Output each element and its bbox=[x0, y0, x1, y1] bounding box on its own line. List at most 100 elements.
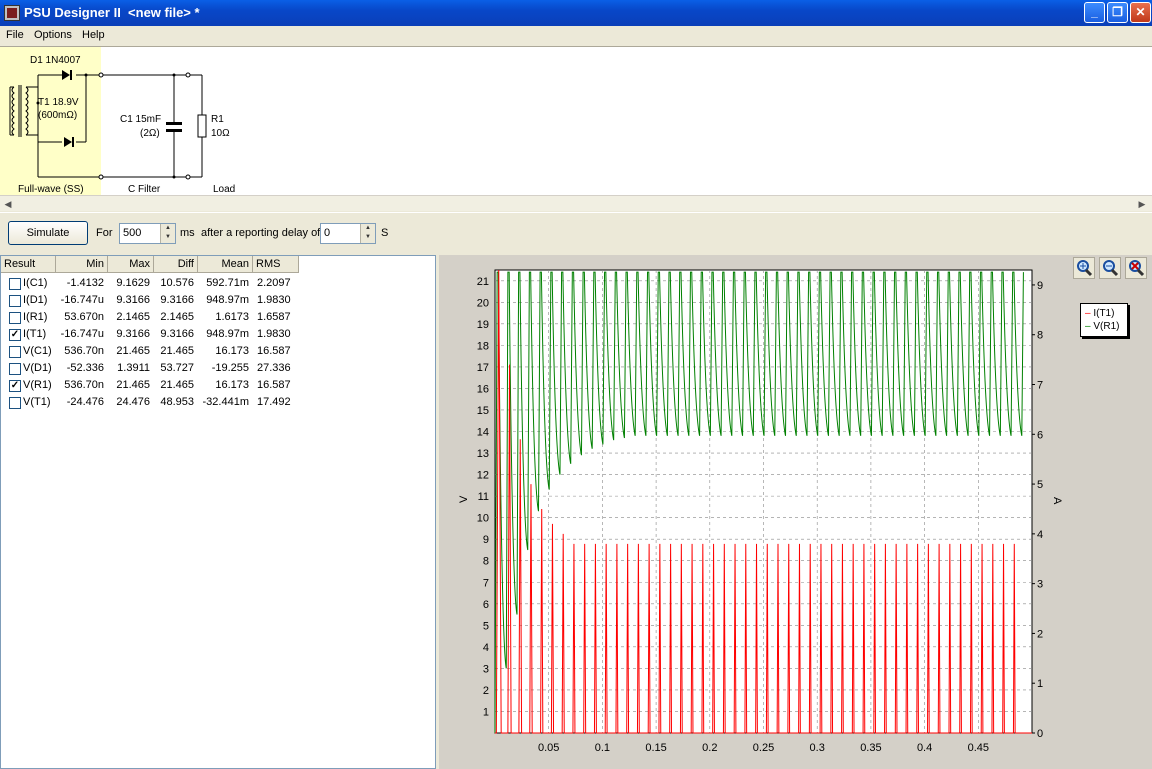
row-checkbox[interactable]: ✓ bbox=[9, 380, 21, 392]
y-tick-label: 17 bbox=[477, 362, 489, 374]
left-axis-ticks: 123456789101112131415161718192021 bbox=[477, 276, 489, 719]
cell-max: 9.3166 bbox=[116, 294, 150, 306]
cell-min: -52.336 bbox=[66, 362, 104, 374]
cell-diff: 9.3166 bbox=[160, 328, 194, 340]
table-row[interactable]: ✓ I(T1) -16.747u 9.3166 9.3166 948.97m 1.9830 bbox=[1, 326, 301, 343]
row-checkbox[interactable] bbox=[9, 295, 21, 307]
column-header-result[interactable]: Result bbox=[1, 256, 56, 273]
cell-diff: 21.465 bbox=[160, 379, 194, 391]
delay-input[interactable]: 0 ▲ ▼ bbox=[320, 223, 376, 244]
cell-max: 2.1465 bbox=[116, 311, 150, 323]
stage-label-load[interactable]: Load bbox=[213, 184, 235, 195]
menu-file[interactable]: File bbox=[6, 29, 24, 41]
title-bar: PSU Designer II <new file> * _ ❐ ✕ bbox=[0, 0, 1152, 26]
zoom-reset-icon[interactable] bbox=[1125, 257, 1147, 279]
cell-max: 9.3166 bbox=[116, 328, 150, 340]
minimize-button[interactable]: _ bbox=[1084, 2, 1105, 23]
duration-stepper[interactable]: ▲ ▼ bbox=[160, 224, 175, 243]
schematic-panel: D1 1N4007 T1 18.9V (600mΩ) C1 15mF (2Ω) … bbox=[0, 46, 1152, 197]
y-tick-label: 18 bbox=[477, 340, 489, 352]
cell-max: 21.465 bbox=[116, 345, 150, 357]
chevron-up-icon[interactable]: ▲ bbox=[361, 224, 375, 233]
cell-mean: 16.173 bbox=[215, 345, 249, 357]
cell-name: V(R1) bbox=[23, 379, 52, 391]
cell-min: 53.670n bbox=[64, 311, 104, 323]
stage-label-filter[interactable]: C Filter bbox=[128, 184, 160, 195]
schematic-scrollbar[interactable]: ◀ ▶ bbox=[0, 195, 1152, 211]
x-tick-label: 0.45 bbox=[968, 742, 989, 754]
scroll-left-icon[interactable]: ◀ bbox=[0, 196, 16, 212]
y2-tick-label: 1 bbox=[1037, 678, 1043, 690]
cell-min: 536.70n bbox=[64, 379, 104, 391]
x-tick-label: 0.35 bbox=[860, 742, 881, 754]
duration-input[interactable]: 500 ▲ ▼ bbox=[119, 223, 176, 244]
x-tick-label: 0.05 bbox=[538, 742, 559, 754]
cell-name: V(D1) bbox=[23, 362, 52, 374]
duration-unit: ms bbox=[180, 227, 195, 239]
table-row[interactable]: V(D1) -52.336 1.3911 53.727 -19.255 27.336 bbox=[1, 360, 301, 377]
y-tick-label: 11 bbox=[478, 491, 489, 503]
row-checkbox[interactable] bbox=[9, 346, 21, 358]
simulate-button[interactable]: Simulate bbox=[8, 221, 88, 245]
cell-name: V(T1) bbox=[23, 396, 51, 408]
chevron-down-icon[interactable]: ▼ bbox=[161, 233, 175, 242]
table-row[interactable]: I(C1) -1.4132 9.1629 10.576 592.71m 2.2097 bbox=[1, 275, 301, 292]
stage-label-rectifier[interactable]: Full-wave (SS) bbox=[18, 184, 84, 195]
y-axis-label: V bbox=[458, 495, 470, 503]
row-checkbox[interactable]: ✓ bbox=[9, 329, 21, 341]
chevron-down-icon[interactable]: ▼ bbox=[361, 233, 375, 242]
column-header-max[interactable]: Max bbox=[108, 256, 154, 273]
y-tick-label: 5 bbox=[483, 620, 489, 632]
cell-min: -16.747u bbox=[60, 328, 104, 340]
y-tick-label: 15 bbox=[477, 405, 489, 417]
x-tick-label: 0.3 bbox=[810, 742, 825, 754]
y2-tick-label: 0 bbox=[1037, 728, 1043, 740]
cell-rms: 16.587 bbox=[257, 345, 291, 357]
y2-tick-label: 3 bbox=[1037, 579, 1043, 591]
column-header-min[interactable]: Min bbox=[56, 256, 108, 273]
scroll-right-icon[interactable]: ▶ bbox=[1134, 196, 1150, 212]
table-row[interactable]: V(C1) 536.70n 21.465 21.465 16.173 16.587 bbox=[1, 343, 301, 360]
cell-diff: 2.1465 bbox=[160, 311, 194, 323]
zoom-out-icon[interactable] bbox=[1099, 257, 1121, 279]
right-axis-ticks: 0 1 2 3 4 5 6 7 8 9 bbox=[1032, 280, 1043, 740]
menu-help[interactable]: Help bbox=[82, 29, 105, 41]
y-tick-label: 21 bbox=[477, 276, 489, 288]
delay-stepper[interactable]: ▲ ▼ bbox=[360, 224, 375, 243]
y2-tick-label: 9 bbox=[1037, 280, 1043, 292]
x-tick-label: 0.1 bbox=[595, 742, 610, 754]
menu-options[interactable]: Options bbox=[34, 29, 72, 41]
menu-bar: File Options Help bbox=[0, 26, 1152, 45]
close-button[interactable]: ✕ bbox=[1130, 2, 1151, 23]
y-tick-label: 4 bbox=[483, 642, 489, 654]
y2-tick-label: 8 bbox=[1037, 330, 1043, 342]
row-checkbox[interactable] bbox=[9, 397, 21, 409]
cell-mean: 948.97m bbox=[206, 294, 249, 306]
cell-mean: 948.97m bbox=[206, 328, 249, 340]
chevron-up-icon[interactable]: ▲ bbox=[161, 224, 175, 233]
capacitor-esr-label: (2Ω) bbox=[140, 128, 160, 139]
y-tick-label: 2 bbox=[483, 685, 489, 697]
cell-max: 1.3911 bbox=[117, 362, 150, 374]
waveform-chart[interactable]: 123456789101112131415161718192021 012345… bbox=[439, 255, 1079, 769]
table-row[interactable]: V(T1) -24.476 24.476 48.953 -32.441m 17.492 bbox=[1, 394, 301, 411]
table-row[interactable]: ✓ V(R1) 536.70n 21.465 21.465 16.173 16.587 bbox=[1, 377, 301, 394]
row-checkbox[interactable] bbox=[9, 278, 21, 290]
cell-mean: -19.255 bbox=[211, 362, 249, 374]
y2-tick-label: 2 bbox=[1037, 628, 1043, 640]
column-header-mean[interactable]: Mean bbox=[198, 256, 253, 273]
chart-legend: – I(T1) – V(R1) bbox=[1080, 303, 1128, 337]
delay-value: 0 bbox=[324, 227, 331, 239]
x-tick-label: 0.15 bbox=[645, 742, 666, 754]
restore-button[interactable]: ❐ bbox=[1107, 2, 1128, 23]
row-checkbox[interactable] bbox=[9, 312, 21, 324]
table-row[interactable]: I(D1) -16.747u 9.3166 9.3166 948.97m 1.9830 bbox=[1, 292, 301, 309]
cell-name: I(T1) bbox=[23, 328, 47, 340]
column-header-rms[interactable]: RMS bbox=[253, 256, 299, 273]
cell-min: -16.747u bbox=[60, 294, 104, 306]
cell-diff: 53.727 bbox=[160, 362, 194, 374]
column-header-diff[interactable]: Diff bbox=[154, 256, 198, 273]
table-row[interactable]: I(R1) 53.670n 2.1465 2.1465 1.6173 1.6587 bbox=[1, 309, 301, 326]
app-icon[interactable] bbox=[4, 5, 20, 21]
row-checkbox[interactable] bbox=[9, 363, 21, 375]
